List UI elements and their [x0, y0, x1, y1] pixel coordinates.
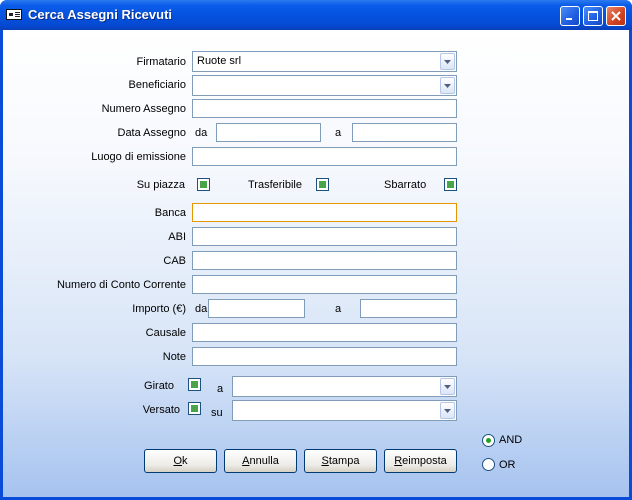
- or-radio[interactable]: [482, 458, 495, 471]
- cab-label: CAB: [163, 255, 186, 267]
- abi-label: ABI: [168, 231, 186, 243]
- luogo-emissione-label: Luogo di emissione: [91, 151, 186, 163]
- importo-from-label: da: [195, 303, 208, 315]
- conto-corrente-input[interactable]: [192, 275, 457, 294]
- girato-label: Girato: [144, 380, 174, 392]
- reimposta-mnemonic: R: [394, 455, 403, 467]
- window-title: Cerca Assegni Ricevuti: [28, 7, 173, 22]
- and-label: AND: [499, 434, 523, 446]
- reimposta-label: eimposta: [402, 455, 447, 467]
- versato-target-label: su: [211, 407, 223, 419]
- cab-input[interactable]: [192, 251, 457, 270]
- ok-label: k: [182, 455, 188, 467]
- trasferibile-checkbox[interactable]: [316, 178, 329, 191]
- and-radio[interactable]: [482, 434, 495, 447]
- abi-input[interactable]: [192, 227, 457, 246]
- luogo-emissione-input[interactable]: [192, 147, 457, 166]
- minimize-icon: [566, 18, 572, 20]
- beneficiario-label: Beneficiario: [128, 79, 186, 91]
- close-button[interactable]: [606, 6, 626, 26]
- data-assegno-label: Data Assegno: [117, 127, 187, 139]
- stampa-button[interactable]: Stampa: [304, 449, 377, 473]
- banca-input[interactable]: [192, 203, 457, 222]
- data-assegno-from-input[interactable]: [216, 123, 321, 142]
- firmatario-label: Firmatario: [136, 56, 186, 68]
- minimize-button[interactable]: [560, 6, 580, 26]
- data-assegno-from-label: da: [195, 127, 208, 139]
- sbarrato-label: Sbarrato: [384, 179, 427, 191]
- dialog-body: Firmatario Ruote srl Beneficiario Numero…: [3, 30, 629, 497]
- title-bar[interactable]: Cerca Assegni Ricevuti: [0, 0, 632, 30]
- banca-label: Banca: [154, 207, 186, 219]
- stampa-mnemonic: S: [321, 455, 329, 467]
- or-label: OR: [499, 459, 516, 471]
- window: Cerca Assegni Ricevuti Firmatario Ruote …: [0, 0, 632, 500]
- girato-target-label: a: [217, 383, 224, 395]
- chevron-down-icon: [444, 409, 451, 413]
- maximize-icon: [588, 11, 598, 21]
- firmatario-combo[interactable]: Ruote srl: [192, 51, 457, 72]
- data-assegno-to-input[interactable]: [352, 123, 457, 142]
- annulla-label: nnulla: [249, 455, 279, 467]
- beneficiario-combo[interactable]: [192, 75, 457, 96]
- causale-label: Causale: [145, 327, 186, 339]
- su-piazza-checkbox[interactable]: [197, 178, 210, 191]
- importo-to-label: a: [335, 303, 342, 315]
- reimposta-button[interactable]: Reimposta: [384, 449, 457, 473]
- importo-from-input[interactable]: [208, 299, 305, 318]
- annulla-button[interactable]: Annulla: [224, 449, 297, 473]
- data-assegno-to-label: a: [335, 127, 342, 139]
- girato-dropdown-button[interactable]: [440, 378, 455, 395]
- trasferibile-label: Trasferibile: [248, 179, 302, 191]
- ok-button[interactable]: Ok: [144, 449, 217, 473]
- sbarrato-checkbox[interactable]: [444, 178, 457, 191]
- firmatario-value: Ruote srl: [197, 55, 242, 67]
- numero-assegno-input[interactable]: [192, 99, 457, 118]
- versato-checkbox[interactable]: [188, 402, 201, 415]
- stampa-label: tampa: [328, 455, 360, 467]
- close-icon: [611, 11, 621, 21]
- chevron-down-icon: [444, 385, 451, 389]
- importo-label: Importo (€): [132, 303, 186, 315]
- su-piazza-label: Su piazza: [136, 179, 185, 191]
- chevron-down-icon: [444, 60, 451, 64]
- versato-combo[interactable]: [232, 400, 457, 421]
- girato-combo[interactable]: [232, 376, 457, 397]
- versato-label: Versato: [142, 404, 180, 416]
- importo-to-input[interactable]: [360, 299, 457, 318]
- check-document-icon: [6, 9, 22, 20]
- numero-assegno-label: Numero Assegno: [101, 103, 186, 115]
- note-input[interactable]: [192, 347, 457, 366]
- ok-mnemonic: O: [173, 455, 183, 467]
- causale-input[interactable]: [192, 323, 457, 342]
- note-label: Note: [162, 351, 186, 363]
- versato-dropdown-button[interactable]: [440, 402, 455, 419]
- maximize-button[interactable]: [583, 6, 603, 26]
- girato-checkbox[interactable]: [188, 378, 201, 391]
- chevron-down-icon: [444, 84, 451, 88]
- beneficiario-dropdown-button[interactable]: [440, 77, 455, 94]
- conto-corrente-label: Numero di Conto Corrente: [56, 279, 186, 291]
- firmatario-dropdown-button[interactable]: [440, 53, 455, 70]
